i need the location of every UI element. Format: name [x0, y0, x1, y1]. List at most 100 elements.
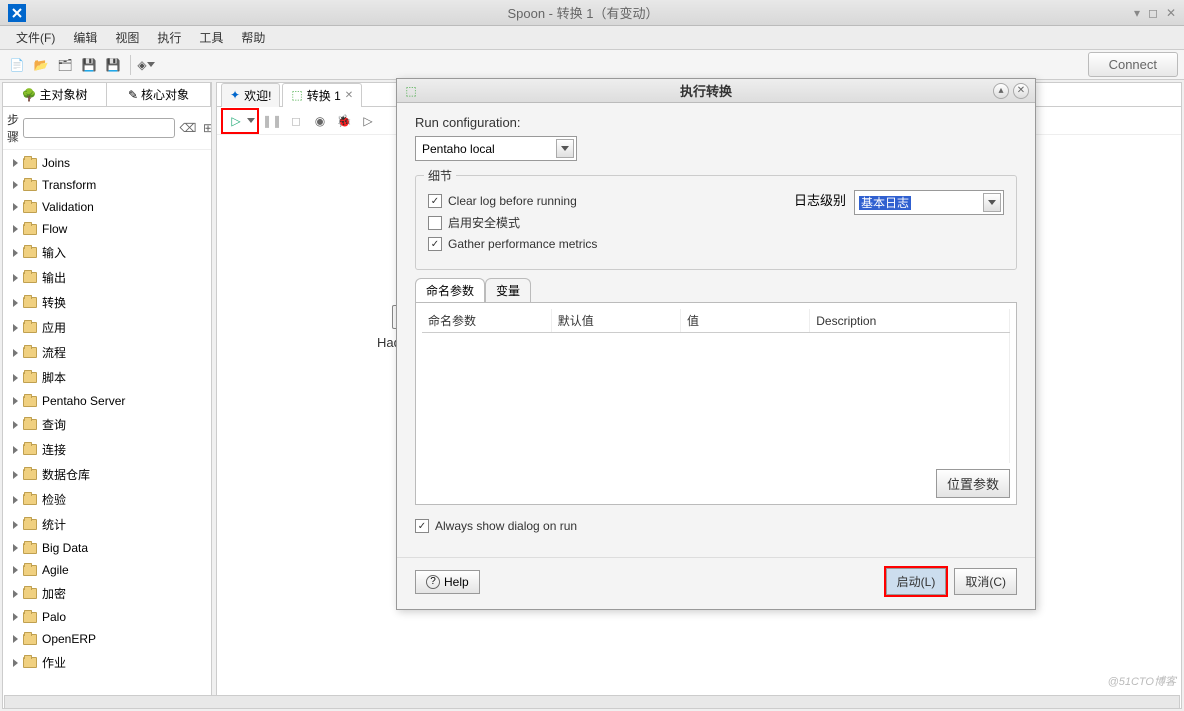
tree-item[interactable]: 统计 [3, 512, 211, 537]
new-file-icon[interactable]: 📄 [6, 54, 28, 76]
tree-item[interactable]: OpenERP [3, 628, 211, 650]
menu-file[interactable]: 文件(F) [8, 26, 63, 49]
pause-icon[interactable]: ❚❚ [261, 110, 283, 132]
expand-arrow-icon[interactable] [13, 566, 18, 574]
log-level-select[interactable]: 基本日志 [854, 190, 1004, 215]
menu-help[interactable]: 帮助 [233, 26, 273, 49]
tree-item[interactable]: 检验 [3, 487, 211, 512]
open-file-icon[interactable]: 📂 [30, 54, 52, 76]
tree-item[interactable]: 脚本 [3, 365, 211, 390]
tree-item[interactable]: Joins [3, 152, 211, 174]
cancel-button[interactable]: 取消(C) [954, 568, 1017, 595]
expand-arrow-icon[interactable] [13, 181, 18, 189]
params-panel: 命名参数 默认值 值 Description 位置参数 [415, 302, 1017, 505]
always-show-checkbox[interactable]: Always show dialog on run [415, 519, 1017, 533]
start-button[interactable]: 启动(L) [886, 568, 947, 595]
dropdown-arrow-icon[interactable] [983, 193, 1001, 212]
clear-log-checkbox[interactable]: Clear log before running [428, 194, 794, 208]
tab-transformation[interactable]: ⬚ 转换 1 ✕ [282, 83, 362, 107]
folder-icon [23, 444, 37, 455]
expand-arrow-icon[interactable] [13, 349, 18, 357]
tree-item[interactable]: 查询 [3, 412, 211, 437]
menu-edit[interactable]: 编辑 [65, 26, 105, 49]
safe-mode-checkbox[interactable]: 启用安全模式 [428, 214, 794, 231]
dropdown-arrow-icon[interactable] [556, 139, 574, 158]
tab-core-objects[interactable]: ✎ 核心对象 [107, 83, 211, 106]
expand-arrow-icon[interactable] [13, 544, 18, 552]
tree-item[interactable]: Agile [3, 559, 211, 581]
expand-arrow-icon[interactable] [13, 471, 18, 479]
explore-icon[interactable]: 🗂 [54, 54, 76, 76]
tab-close-icon[interactable]: ✕ [345, 90, 353, 101]
expand-arrow-icon[interactable] [13, 635, 18, 643]
run-config-select[interactable]: Pentaho local [415, 136, 577, 161]
run-icon[interactable]: ▷ [225, 110, 247, 132]
tab-variables[interactable]: 变量 [485, 278, 531, 302]
col-default[interactable]: 默认值 [551, 309, 680, 333]
expand-arrow-icon[interactable] [13, 374, 18, 382]
debug-icon[interactable]: 🐞 [333, 110, 355, 132]
position-params-button[interactable]: 位置参数 [936, 469, 1010, 498]
gather-metrics-checkbox[interactable]: Gather performance metrics [428, 237, 794, 251]
horizontal-scrollbar[interactable] [4, 695, 1180, 709]
maximize-icon[interactable]: ◻ [1148, 6, 1158, 20]
tree-item[interactable]: 作业 [3, 650, 211, 675]
tab-named-params[interactable]: 命名参数 [415, 278, 485, 302]
run-dropdown-icon[interactable] [247, 118, 255, 123]
expand-arrow-icon[interactable] [13, 203, 18, 211]
expand-arrow-icon[interactable] [13, 496, 18, 504]
col-name[interactable]: 命名参数 [422, 309, 551, 333]
tree-item[interactable]: Pentaho Server [3, 390, 211, 412]
col-value[interactable]: 值 [681, 309, 810, 333]
save-as-icon[interactable]: 💾 [102, 54, 124, 76]
tree-item[interactable]: 加密 [3, 581, 211, 606]
expand-arrow-icon[interactable] [13, 446, 18, 454]
dialog-title-bar[interactable]: ⬚ 执行转换 ▴ ✕ [397, 79, 1035, 103]
expand-arrow-icon[interactable] [13, 274, 18, 282]
col-desc[interactable]: Description [810, 309, 1010, 333]
clear-search-icon[interactable]: ⌫ [179, 119, 197, 137]
preview-icon[interactable]: ◉ [309, 110, 331, 132]
menu-view[interactable]: 视图 [107, 26, 147, 49]
expand-arrow-icon[interactable] [13, 397, 18, 405]
menu-tools[interactable]: 工具 [191, 26, 231, 49]
expand-arrow-icon[interactable] [13, 521, 18, 529]
tree-item[interactable]: Big Data [3, 537, 211, 559]
expand-arrow-icon[interactable] [13, 590, 18, 598]
tree-item[interactable]: 转换 [3, 290, 211, 315]
tree-item[interactable]: Flow [3, 218, 211, 240]
params-table[interactable]: 命名参数 默认值 值 Description [422, 309, 1010, 463]
tree-item[interactable]: 连接 [3, 437, 211, 462]
tree-item[interactable]: 输出 [3, 265, 211, 290]
dialog-close-icon[interactable]: ✕ [1013, 83, 1029, 99]
perspective-icon[interactable]: ◈ [135, 54, 157, 76]
help-button[interactable]: ? Help [415, 570, 480, 594]
tree-item[interactable]: Transform [3, 174, 211, 196]
tab-welcome[interactable]: ✦ 欢迎! [221, 83, 280, 107]
expand-icon[interactable]: ⊞ [199, 119, 212, 137]
expand-arrow-icon[interactable] [13, 421, 18, 429]
tree-item[interactable]: Palo [3, 606, 211, 628]
expand-arrow-icon[interactable] [13, 299, 18, 307]
dialog-up-icon[interactable]: ▴ [993, 83, 1009, 99]
tree-item[interactable]: Validation [3, 196, 211, 218]
menu-run[interactable]: 执行 [149, 26, 189, 49]
save-icon[interactable]: 💾 [78, 54, 100, 76]
tree-item[interactable]: 输入 [3, 240, 211, 265]
tree-item[interactable]: 数据仓库 [3, 462, 211, 487]
expand-arrow-icon[interactable] [13, 613, 18, 621]
expand-arrow-icon[interactable] [13, 249, 18, 257]
minimize-icon[interactable]: ▾ [1134, 6, 1140, 20]
tree-item[interactable]: 应用 [3, 315, 211, 340]
search-input[interactable] [23, 118, 175, 138]
tab-main-tree[interactable]: 🌳 主对象树 [3, 83, 107, 106]
stop-icon[interactable]: ◻ [285, 110, 307, 132]
tree-item[interactable]: 流程 [3, 340, 211, 365]
expand-arrow-icon[interactable] [13, 159, 18, 167]
close-icon[interactable]: ✕ [1166, 6, 1176, 20]
connect-button[interactable]: Connect [1088, 52, 1178, 77]
expand-arrow-icon[interactable] [13, 225, 18, 233]
replay-icon[interactable]: ▷ [357, 110, 379, 132]
expand-arrow-icon[interactable] [13, 324, 18, 332]
expand-arrow-icon[interactable] [13, 659, 18, 667]
